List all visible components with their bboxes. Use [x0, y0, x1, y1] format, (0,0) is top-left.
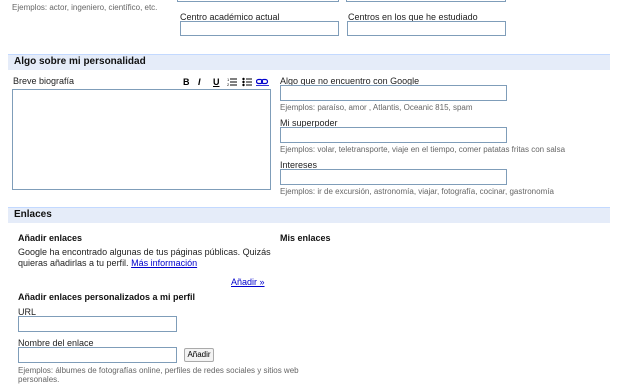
custom-links-examples-line-2: personales.	[18, 375, 60, 384]
cant-find-input[interactable]	[280, 85, 507, 101]
underline-button[interactable]: U	[213, 77, 220, 87]
interests-examples: Ejemplos: ir de excursión, astronomía, v…	[280, 187, 554, 196]
cant-find-examples: Ejemplos: paraíso, amor , Atlantis, Ocea…	[280, 103, 473, 112]
my-links-title: Mis enlaces	[280, 233, 331, 243]
bio-label: Breve biografía	[13, 76, 75, 86]
links-section-title: Enlaces	[14, 209, 52, 220]
add-links-text-line-2: quieras añadirlas a tu perfil. Más infor…	[18, 258, 271, 269]
occupation-examples: Ejemplos: actor, ingeniero, científico, …	[12, 3, 158, 12]
url-input[interactable]	[18, 316, 177, 332]
links-section-header: Enlaces	[8, 207, 610, 223]
add-links-text: Google ha encontrado algunas de tus pági…	[18, 247, 271, 269]
svg-text:2: 2	[227, 82, 230, 87]
link-name-input[interactable]	[18, 347, 177, 363]
more-info-link[interactable]: Más información	[131, 258, 197, 268]
occupation-input-partial[interactable]	[177, 0, 339, 2]
personality-section-header: Algo sobre mi personalidad	[8, 54, 610, 70]
personality-section-title: Algo sobre mi personalidad	[14, 56, 146, 67]
add-button[interactable]: Añadir	[184, 348, 214, 362]
link-icon[interactable]	[256, 78, 269, 86]
custom-links-examples: Ejemplos: álbumes de fotografías online,…	[18, 366, 299, 384]
custom-links-title: Añadir enlaces personalizados a mi perfi…	[18, 292, 196, 302]
superpower-input[interactable]	[280, 127, 507, 143]
add-links-text-line-1: Google ha encontrado algunas de tus pági…	[18, 247, 271, 257]
current-school-input[interactable]	[180, 21, 339, 36]
bullet-list-icon[interactable]	[242, 77, 252, 87]
bold-button[interactable]: B	[183, 77, 190, 87]
add-links-text-line-2-text: quieras añadirlas a tu perfil.	[18, 258, 129, 268]
past-schools-input[interactable]	[347, 21, 506, 36]
interests-input[interactable]	[280, 169, 507, 185]
add-links-link[interactable]: Añadir »	[231, 277, 265, 287]
numbered-list-icon[interactable]: 1 2	[227, 77, 237, 87]
bio-textarea[interactable]	[12, 89, 271, 190]
add-links-title: Añadir enlaces	[18, 233, 83, 243]
superpower-examples: Ejemplos: volar, teletransporte, viaje e…	[280, 145, 566, 154]
other-input-partial[interactable]	[346, 0, 506, 2]
italic-button[interactable]: I	[198, 77, 201, 87]
custom-links-examples-line-1: Ejemplos: álbumes de fotografías online,…	[18, 366, 299, 375]
